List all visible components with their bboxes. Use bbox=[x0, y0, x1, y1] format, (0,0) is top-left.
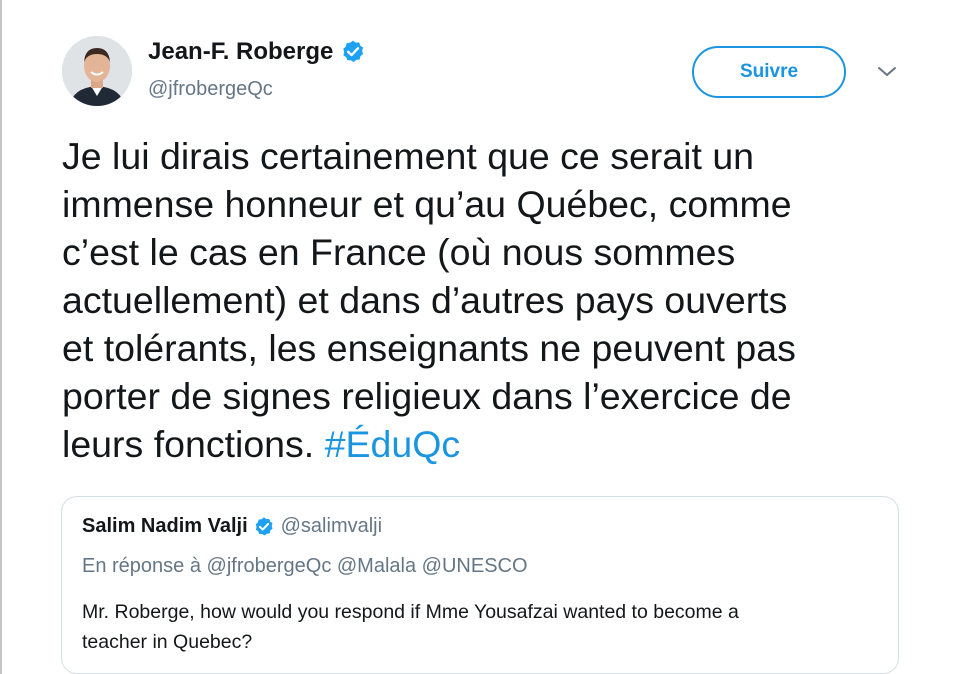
verified-badge-icon bbox=[253, 516, 275, 538]
tweet-text: Je lui dirais certainement que ce serait… bbox=[62, 132, 892, 468]
tweet-text-line: c’est le cas en France (où nous sommes bbox=[62, 231, 736, 273]
profile-photo-avatar bbox=[62, 36, 132, 106]
tweet-text-line: immense honneur et qu’au Québec, comme bbox=[62, 183, 792, 225]
quote-author: Salim Nadim Valji @salimvalji bbox=[82, 515, 382, 538]
avatar[interactable] bbox=[62, 36, 132, 106]
quote-text-line: teacher in Quebec? bbox=[82, 631, 253, 653]
tweet-text-line: Je lui dirais certainement que ce serait… bbox=[62, 135, 755, 177]
author-name-text[interactable]: Jean-F. Roberge bbox=[148, 38, 333, 66]
quote-reply-context: En réponse à @jfrobergeQc @Malala @UNESC… bbox=[82, 555, 528, 577]
tweet-text-line: porter de signes religieux dans l’exerci… bbox=[62, 375, 792, 417]
author-handle[interactable]: @jfrobergeQc bbox=[148, 78, 273, 101]
tweet-text-line: et tolérants, les enseignants ne peuvent… bbox=[62, 327, 796, 369]
author-name[interactable]: Jean-F. Roberge bbox=[148, 38, 366, 66]
hashtag-link[interactable]: #ÉduQc bbox=[325, 423, 461, 465]
tweet-text-line: actuellement) et dans d’autres pays ouve… bbox=[62, 279, 788, 321]
chevron-down-icon[interactable] bbox=[876, 64, 898, 80]
verified-badge-icon bbox=[340, 39, 366, 65]
tweet: Jean-F. Roberge @jfrobergeQc Suivre Je l… bbox=[0, 0, 954, 674]
tweet-text-last-line: leurs fonctions. #ÉduQc bbox=[62, 420, 892, 468]
quote-text-line: Mr. Roberge, how would you respond if Mm… bbox=[82, 601, 739, 623]
follow-button[interactable]: Suivre bbox=[692, 46, 846, 98]
quote-author-handle[interactable]: @salimvalji bbox=[281, 515, 382, 538]
quoted-tweet-card[interactable]: Salim Nadim Valji @salimvalji En réponse… bbox=[61, 496, 899, 674]
quote-author-name[interactable]: Salim Nadim Valji bbox=[82, 515, 248, 538]
quote-text: Mr. Roberge, how would you respond if Mm… bbox=[82, 597, 872, 657]
tweet-text-line-end: leurs fonctions. bbox=[62, 423, 315, 465]
